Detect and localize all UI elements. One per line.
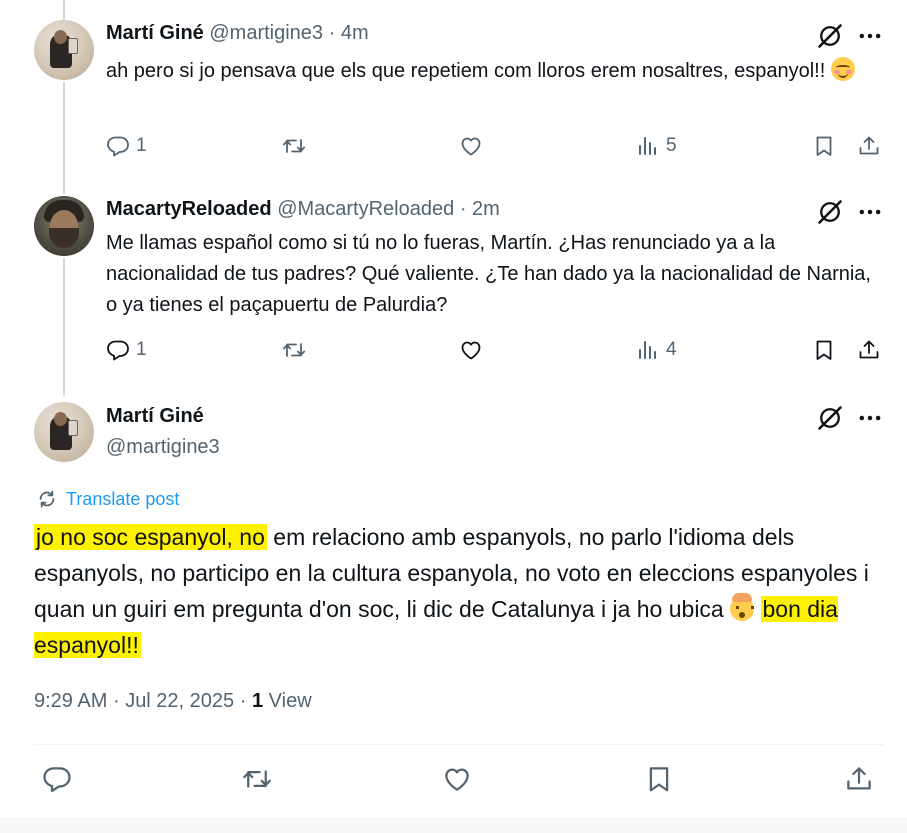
- tweet-text: ah pero si jo pensava que els que repeti…: [106, 56, 866, 87]
- main-action-bar: [34, 764, 884, 800]
- like-button[interactable]: [442, 764, 472, 794]
- more-icon[interactable]: [856, 404, 884, 432]
- grok-icon[interactable]: [816, 198, 844, 226]
- thread-line: [63, 258, 65, 396]
- retweet-button[interactable]: [282, 338, 306, 362]
- more-icon[interactable]: [856, 198, 884, 226]
- tweet-meta: 9:29 AM · Jul 22, 2025 · 1 View: [34, 690, 312, 713]
- bookmark-button[interactable]: [812, 338, 836, 362]
- avatar[interactable]: [34, 20, 94, 80]
- like-icon: [442, 764, 472, 794]
- thread-line: [63, 82, 65, 194]
- reply-icon: [42, 764, 72, 794]
- main-user-handle[interactable]: @martigine3: [106, 436, 220, 459]
- views-count: 5: [666, 135, 677, 156]
- translate-label: Translate post: [66, 488, 180, 509]
- bookmark-icon: [812, 338, 836, 362]
- view-count: 1: [251, 690, 264, 712]
- views-icon: [636, 338, 660, 362]
- user-handle[interactable]: @MacartyReloaded: [277, 198, 454, 220]
- avatar[interactable]: [34, 196, 94, 256]
- thread-line: [63, 0, 65, 20]
- action-bar: 1 5: [106, 134, 886, 166]
- views-button[interactable]: 5: [636, 134, 677, 158]
- retweet-button[interactable]: [282, 134, 306, 158]
- like-button[interactable]: [459, 338, 483, 362]
- tweet-text-content: ah pero si jo pensava que els que repeti…: [106, 60, 826, 82]
- retweet-icon: [242, 764, 272, 794]
- bookmark-button[interactable]: [812, 134, 836, 158]
- share-icon: [857, 134, 881, 158]
- post-time[interactable]: 9:29 AM: [34, 690, 107, 712]
- exploding-head-emoji-icon: [730, 593, 755, 621]
- like-button[interactable]: [459, 134, 483, 158]
- tweet-header: MacartyReloaded @MacartyReloaded · 2m: [106, 198, 500, 221]
- reply-count: 1: [136, 339, 147, 360]
- reply-button[interactable]: 1: [106, 134, 147, 158]
- reply-icon: [106, 134, 130, 158]
- bookmark-button[interactable]: [644, 764, 674, 794]
- bookmark-icon: [812, 134, 836, 158]
- share-button[interactable]: [857, 134, 881, 158]
- separator: ·: [239, 690, 247, 712]
- separator: ·: [459, 198, 467, 220]
- share-button[interactable]: [857, 338, 881, 362]
- bookmark-icon: [644, 764, 674, 794]
- smiling-face-emoji-icon: [830, 57, 855, 81]
- separator: ·: [328, 22, 336, 44]
- views-icon: [636, 134, 660, 158]
- reply-count: 1: [136, 135, 147, 156]
- separator: ·: [112, 690, 120, 712]
- reply-button[interactable]: [42, 764, 72, 794]
- views-button[interactable]: 4: [636, 338, 677, 362]
- reply-button[interactable]: 1: [106, 338, 147, 362]
- like-icon: [459, 134, 483, 158]
- retweet-icon: [282, 134, 306, 158]
- more-icon[interactable]: [856, 22, 884, 50]
- timestamp[interactable]: 2m: [472, 198, 500, 220]
- timestamp[interactable]: 4m: [341, 22, 369, 44]
- divider: [34, 744, 884, 745]
- post-date[interactable]: Jul 22, 2025: [125, 690, 234, 712]
- main-display-name[interactable]: Martí Giné: [106, 405, 204, 428]
- reply-icon: [106, 338, 130, 362]
- views-count: 4: [666, 339, 677, 360]
- share-icon: [844, 764, 874, 794]
- share-button[interactable]: [844, 764, 874, 794]
- tweet-text: Me llamas español como si tú no lo fuera…: [106, 232, 871, 316]
- avatar[interactable]: [34, 402, 94, 462]
- main-tweet-text: jo no soc espanyol, no em relaciono amb …: [34, 519, 884, 663]
- display-name[interactable]: MacartyReloaded: [106, 198, 272, 220]
- translate-icon: [36, 488, 58, 510]
- user-handle[interactable]: @martigine3: [209, 22, 323, 44]
- reply-composer-edge: [0, 818, 907, 833]
- tweet-header: Martí Giné @martigine3 · 4m: [106, 22, 369, 45]
- action-bar: 1 4: [106, 338, 886, 370]
- share-icon: [857, 338, 881, 362]
- translate-post-link[interactable]: Translate post: [36, 488, 179, 510]
- like-icon: [459, 338, 483, 362]
- view-label: View: [268, 690, 312, 712]
- display-name[interactable]: Martí Giné: [106, 22, 204, 44]
- retweet-icon: [282, 338, 306, 362]
- grok-icon[interactable]: [816, 404, 844, 432]
- grok-icon[interactable]: [816, 22, 844, 50]
- retweet-button[interactable]: [242, 764, 272, 794]
- highlighted-text: jo no soc espanyol, no: [34, 524, 267, 550]
